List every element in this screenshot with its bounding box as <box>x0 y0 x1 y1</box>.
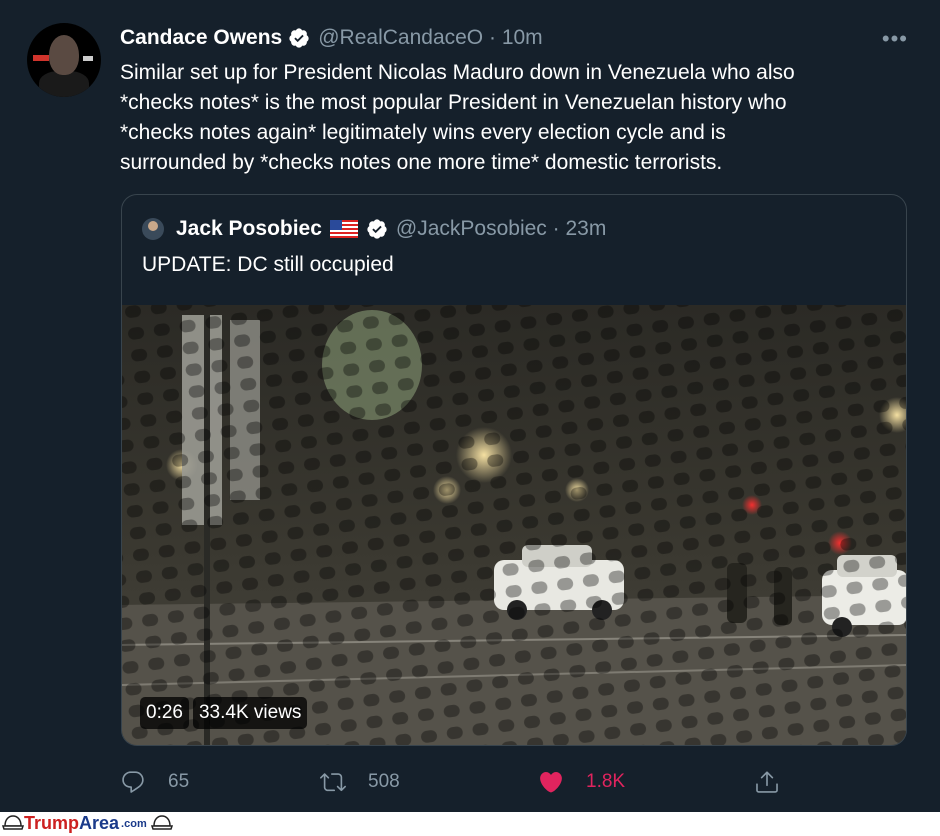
quoted-author-handle[interactable]: @JackPosobiec <box>396 217 547 241</box>
us-flag-icon <box>329 220 358 238</box>
video-info-badges: 0:26 33.4K views <box>140 697 308 729</box>
watermark-logo: TrumpArea .com <box>2 813 173 834</box>
reply-icon <box>122 771 144 793</box>
separator-dot: · <box>546 217 566 240</box>
hat-icon <box>150 814 173 830</box>
author-handle[interactable]: @RealCandaceO <box>318 26 483 50</box>
watermark-site-b: Area <box>79 813 120 833</box>
tweet-header: Candace Owens @RealCandaceO · 10m <box>120 24 543 52</box>
author-avatar[interactable] <box>27 23 101 97</box>
tweet-time[interactable]: 10m <box>502 26 543 50</box>
heart-icon <box>540 771 562 793</box>
more-horizontal-icon[interactable]: ••• <box>882 26 908 52</box>
video-player[interactable]: 0:26 33.4K views <box>122 305 906 745</box>
retweet-count: 508 <box>368 771 400 792</box>
tweet-text: Similar set up for President Nicolas Mad… <box>120 58 890 178</box>
verified-badge-icon <box>367 219 387 239</box>
video-frame <box>122 305 906 745</box>
video-views: 33.4K views <box>192 697 308 729</box>
tweet: Candace Owens @RealCandaceO · 10m ••• Si… <box>0 0 940 812</box>
share-button[interactable] <box>754 762 802 802</box>
reply-button[interactable]: 65 <box>120 762 189 802</box>
tweet-text-line: *checks notes* is the most popular Presi… <box>120 91 787 114</box>
retweet-button[interactable]: 508 <box>320 762 400 802</box>
watermark-bar: TrumpArea .com <box>0 812 940 836</box>
quoted-tweet-time[interactable]: 23m <box>565 217 606 241</box>
quoted-author-avatar[interactable] <box>142 218 164 240</box>
video-duration: 0:26 <box>140 697 189 729</box>
author-name[interactable]: Candace Owens <box>120 26 282 50</box>
reply-count: 65 <box>168 771 190 792</box>
tweet-text-line: Similar set up for President Nicolas Mad… <box>120 61 795 84</box>
quoted-author-name[interactable]: Jack Posobiec <box>176 217 322 241</box>
tweet-actions: 65 508 1.8K <box>120 762 800 802</box>
retweet-icon <box>320 773 346 792</box>
watermark-site-a: Trump <box>24 813 80 833</box>
quoted-tweet-text: UPDATE: DC still occupied <box>142 253 394 276</box>
verified-badge-icon <box>289 28 309 48</box>
watermark-tld: .com <box>121 817 147 830</box>
like-button[interactable]: 1.8K <box>538 762 625 802</box>
tweet-text-line: surrounded by *checks notes one more tim… <box>120 151 723 174</box>
tweet-text-line: *checks notes again* legitimately wins e… <box>120 121 726 144</box>
separator-dot: · <box>483 26 502 49</box>
share-icon <box>756 771 778 793</box>
hat-icon <box>2 814 24 830</box>
quoted-tweet[interactable]: Jack Posobiec @JackPosobiec · 23m UPDATE… <box>121 194 907 746</box>
quoted-tweet-header: Jack Posobiec @JackPosobiec · 23m <box>142 215 606 243</box>
watermark-site-name: TrumpArea <box>24 813 119 834</box>
like-count: 1.8K <box>586 771 626 792</box>
